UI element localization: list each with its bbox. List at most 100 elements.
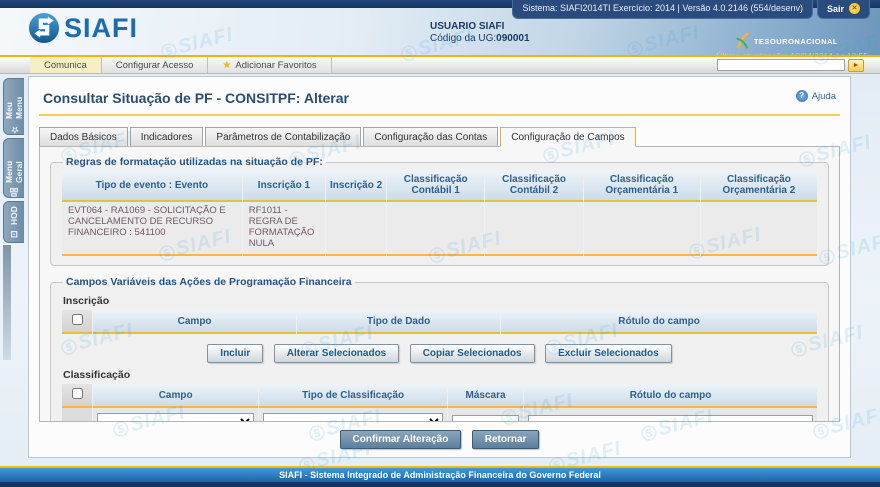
- rotulo-cell: [524, 408, 817, 422]
- siafi-logo-icon: [28, 12, 60, 44]
- inscricao-buttons: Incluir Alterar Selecionados Copiar Sele…: [61, 343, 818, 363]
- star-outline-icon: ☆: [9, 124, 19, 134]
- logout-button[interactable]: Sair ✕: [817, 0, 870, 19]
- rules-fieldset: Regras de formatação utilizadas na situa…: [50, 156, 829, 266]
- row-checkbox-cell: [62, 408, 92, 422]
- ug-label: Código da UG:: [430, 33, 496, 44]
- tipo-classificacao-select[interactable]: [263, 413, 443, 422]
- tesouro-nacional-icon: [735, 32, 751, 50]
- cell-class-orcamentaria-1: [584, 202, 700, 256]
- inscricao-label: Inscrição: [63, 295, 818, 307]
- classificacao-table: Campo Tipo de Classificação Máscara Rótu…: [61, 384, 818, 422]
- page-head: Consultar Situação de PF - CONSITPF: Alt…: [29, 77, 850, 110]
- tesouro-nacional-text: TESOURONACIONAL: [754, 37, 838, 46]
- search-input[interactable]: [717, 59, 845, 71]
- col-class-orcamentaria-2: Classificação Orçamentária 2: [701, 170, 817, 202]
- siafi-logo-text: SIAFI: [64, 13, 138, 44]
- toolbar-tab-label: Comunica: [44, 60, 87, 71]
- footer-navy-strip: [0, 482, 880, 487]
- cell-class-contabil-1: [387, 202, 484, 256]
- col-tipo-dado: Tipo de Dado: [297, 310, 500, 334]
- help-icon: ?: [796, 90, 808, 102]
- rules-legend: Regras de formatação utilizadas na situa…: [63, 156, 326, 168]
- tab-indicadores[interactable]: Indicadores: [130, 127, 204, 146]
- mascara-field[interactable]: [452, 415, 519, 423]
- classificacao-header-row: Campo Tipo de Classificação Máscara Rótu…: [62, 384, 817, 408]
- tab-dados-basicos[interactable]: Dados Básicos: [39, 127, 128, 146]
- classificacao-edit-row: [62, 408, 817, 422]
- classificacao-label: Classificação: [63, 369, 818, 381]
- user-name: USUARIO SIAFI: [430, 21, 530, 33]
- monitor-icon: ⊡: [9, 230, 19, 238]
- col-inscricao-1: Inscrição 1: [243, 170, 325, 202]
- mascara-cell: [448, 408, 523, 422]
- confirmar-alteracao-button[interactable]: Confirmar Alteração: [340, 430, 462, 449]
- inscricao-select-all-checkbox[interactable]: [72, 314, 83, 325]
- rules-header-row: Tipo de evento : Evento Inscrição 1 Insc…: [62, 170, 817, 202]
- table-row: EVT064 - RA1069 - SOLICITAÇÃO E CANCELAM…: [62, 202, 817, 256]
- col-inscricao-2: Inscrição 2: [326, 170, 386, 202]
- tab-content-panel: Regras de formatação utilizadas na situa…: [39, 146, 840, 422]
- top-toolbar: Comunica Configurar Acesso ★ Adicionar F…: [0, 57, 880, 74]
- cell-inscricao-1: RF1011 - REGRA DE FORMATAÇÃO NULA: [243, 202, 325, 256]
- cell-class-contabil-2: [485, 202, 582, 256]
- campo-select[interactable]: [97, 413, 254, 422]
- ug-value: 090001: [496, 33, 529, 44]
- toolbar-tab-configurar-acesso[interactable]: Configurar Acesso: [102, 57, 209, 73]
- cell-evento: EVT064 - RA1069 - SOLICITAÇÃO E CANCELAM…: [62, 202, 242, 256]
- logout-label: Sair: [827, 4, 844, 14]
- excluir-selecionados-button[interactable]: Excluir Selecionados: [545, 344, 672, 363]
- app-footer: SIAFI - Sistema Integrado de Administraç…: [0, 466, 880, 487]
- col-tipo-classificacao: Tipo de Classificação: [259, 384, 447, 408]
- sidebar-tab-menu-geral[interactable]: 品 Menu Geral: [3, 138, 24, 198]
- tab-configuracao-campos[interactable]: Configuração de Campos: [500, 127, 635, 147]
- col-tipo-evento: Tipo de evento : Evento: [62, 170, 242, 202]
- inscricao-table: Campo Tipo de Dado Rótulo do campo: [61, 310, 818, 334]
- tab-configuracao-contas[interactable]: Configuração das Contas: [363, 127, 498, 146]
- incluir-button[interactable]: Incluir: [207, 344, 263, 363]
- user-info: USUARIO SIAFI Código da UG:090001: [430, 21, 530, 45]
- logout-icon: ✕: [849, 3, 860, 14]
- copiar-selecionados-button[interactable]: Copiar Selecionados: [410, 344, 535, 363]
- rotulo-campo-field[interactable]: [528, 415, 813, 423]
- sidebar-tab-label: HOD: [9, 206, 19, 225]
- search-go-button[interactable]: ►: [848, 59, 864, 72]
- classificacao-select-all-checkbox[interactable]: [72, 388, 83, 399]
- tipo-classificacao-cell: [259, 408, 447, 422]
- tab-parametros-contabilizacao[interactable]: Parâmetros de Contabilização: [205, 127, 361, 146]
- toolbar-tab-label: Configurar Acesso: [116, 60, 194, 71]
- toolbar-tab-label: Adicionar Favoritos: [235, 60, 316, 71]
- cell-inscricao-2: [326, 202, 386, 256]
- col-class-contabil-2: Classificação Contábil 2: [485, 170, 582, 202]
- col-class-contabil-1: Classificação Contábil 1: [387, 170, 484, 202]
- toolbar-tab-comunica[interactable]: Comunica: [30, 57, 102, 73]
- footer-text: SIAFI - Sistema Integrado de Administraç…: [0, 468, 880, 482]
- select-all-cell: [62, 384, 92, 408]
- siafi-app: SIAFI USUARIO SIAFI Código da UG:090001 …: [0, 0, 880, 487]
- ug-code: Código da UG:090001: [430, 33, 530, 45]
- search-area: ►: [717, 57, 864, 73]
- help-link[interactable]: ? Ajuda: [796, 90, 836, 102]
- star-icon: ★: [222, 60, 231, 71]
- alterar-selecionados-button[interactable]: Alterar Selecionados: [274, 344, 399, 363]
- select-all-cell: [62, 310, 92, 334]
- sidebar-tab-meu-menu[interactable]: ☆ Meu Menu: [3, 78, 24, 135]
- page-tabs: Dados Básicos Indicadores Parâmetros de …: [29, 116, 850, 146]
- yellow-divider: [0, 55, 880, 57]
- toolbar-tab-adicionar-favoritos[interactable]: ★ Adicionar Favoritos: [208, 57, 331, 73]
- campo-cell: [93, 408, 258, 422]
- sidebar-tab-label: Meu Menu: [4, 79, 24, 119]
- sidebar-tab-hod[interactable]: ⊡ HOD: [3, 201, 24, 243]
- cell-class-orcamentaria-2: [701, 202, 817, 256]
- col-rotulo: Rótulo do campo: [501, 310, 817, 334]
- sidebar-tab-label: Menu Geral: [4, 139, 24, 183]
- col-rotulo: Rótulo do campo: [524, 384, 817, 408]
- siafi-logo: SIAFI: [28, 12, 138, 44]
- help-label: Ajuda: [812, 91, 836, 102]
- campos-variaveis-legend: Campos Variáveis das Ações de Programaçã…: [63, 276, 355, 288]
- retornar-button[interactable]: Retornar: [472, 430, 540, 449]
- sidebar-strip: [3, 245, 11, 360]
- col-campo: Campo: [93, 384, 258, 408]
- form-actions: Confirmar Alteração Retornar: [29, 429, 850, 449]
- inscricao-header-row: Campo Tipo de Dado Rótulo do campo: [62, 310, 817, 334]
